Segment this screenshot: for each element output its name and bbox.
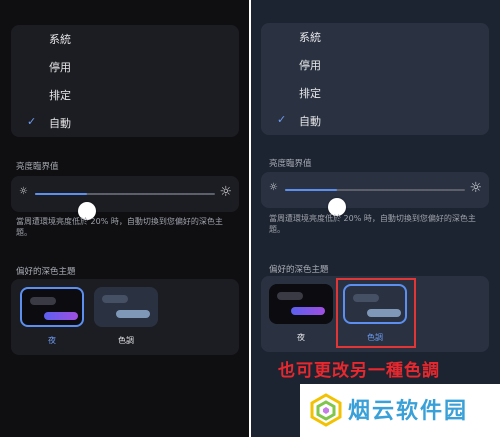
- preferred-dark-theme-title: 偏好的深色主題: [16, 267, 76, 277]
- message-bubble-preview: [291, 307, 325, 315]
- menu-item-disabled[interactable]: 停用: [11, 53, 239, 81]
- menu-item-scheduled[interactable]: 排定: [261, 79, 489, 107]
- left-settings-panel: 系統 停用 排定 ✓ 自動 亮度臨界值 ☼ ☼ 當周遭環境亮度低於 20% 時，…: [0, 0, 249, 437]
- brightness-slider-fill: [285, 189, 338, 191]
- brightness-slider-track[interactable]: [285, 189, 465, 216]
- brightness-description: 當周遭環境亮度低於 20% 時，自動切換到您偏好的深色主題。: [269, 214, 476, 234]
- brightness-slider-fill: [35, 193, 88, 195]
- menu-item-system[interactable]: 系統: [261, 23, 489, 51]
- menu-item-auto[interactable]: ✓ 自動: [11, 109, 239, 137]
- appearance-mode-menu: 系統 停用 排定 ✓ 自動: [11, 25, 239, 137]
- brightness-threshold-title: 亮度臨界值: [16, 162, 59, 172]
- brightness-slider-container: ☼ ☼: [261, 172, 489, 216]
- sun-small-icon: ☼: [269, 182, 278, 193]
- checkmark-icon: ✓: [27, 115, 37, 128]
- brightness-slider-container: ☼ ☼: [11, 176, 239, 220]
- watermark-text: 烟云软件园: [348, 399, 469, 424]
- theme-option-night[interactable]: [20, 287, 84, 327]
- message-bubble-preview: [30, 297, 56, 305]
- annotation-caption: 也可更改另一種色調: [278, 361, 440, 381]
- theme-label-tint: 色調: [118, 336, 134, 345]
- menu-item-label: 自動: [49, 117, 71, 130]
- message-bubble-preview: [102, 295, 128, 303]
- appearance-mode-menu: 系統 停用 排定 ✓ 自動: [261, 23, 489, 135]
- watermark-logo-icon: [310, 393, 342, 427]
- sun-small-icon: ☼: [19, 186, 28, 197]
- brightness-slider-track[interactable]: [35, 193, 215, 220]
- menu-item-disabled[interactable]: 停用: [261, 51, 489, 79]
- menu-item-label: 停用: [299, 59, 321, 72]
- brightness-threshold-title: 亮度臨界值: [269, 159, 312, 169]
- menu-item-label: 系統: [49, 33, 71, 46]
- checkmark-icon: ✓: [277, 113, 287, 126]
- preferred-dark-theme-title: 偏好的深色主題: [269, 265, 329, 275]
- menu-item-label: 系統: [299, 31, 321, 44]
- theme-options-container: 夜 色調: [11, 279, 239, 355]
- menu-item-scheduled[interactable]: 排定: [11, 81, 239, 109]
- menu-item-system[interactable]: 系統: [11, 25, 239, 53]
- message-bubble-preview: [116, 310, 150, 318]
- menu-item-label: 停用: [49, 61, 71, 74]
- theme-label-night: 夜: [48, 336, 56, 345]
- theme-label-night: 夜: [297, 333, 305, 342]
- menu-item-label: 排定: [49, 89, 71, 102]
- menu-item-auto[interactable]: ✓ 自動: [261, 107, 489, 135]
- message-bubble-preview: [277, 292, 303, 300]
- watermark: 烟云软件园: [300, 384, 500, 437]
- menu-item-label: 排定: [299, 87, 321, 100]
- brightness-description: 當周遭環境亮度低於 20% 時，自動切換到您偏好的深色主題。: [16, 217, 223, 237]
- menu-item-label: 自動: [299, 115, 321, 128]
- theme-option-night[interactable]: [269, 284, 333, 324]
- theme-option-tint[interactable]: [94, 287, 158, 327]
- highlight-box: [336, 278, 416, 348]
- message-bubble-preview: [44, 312, 78, 320]
- sun-large-icon: ☼: [219, 184, 232, 200]
- sun-large-icon: ☼: [469, 180, 482, 196]
